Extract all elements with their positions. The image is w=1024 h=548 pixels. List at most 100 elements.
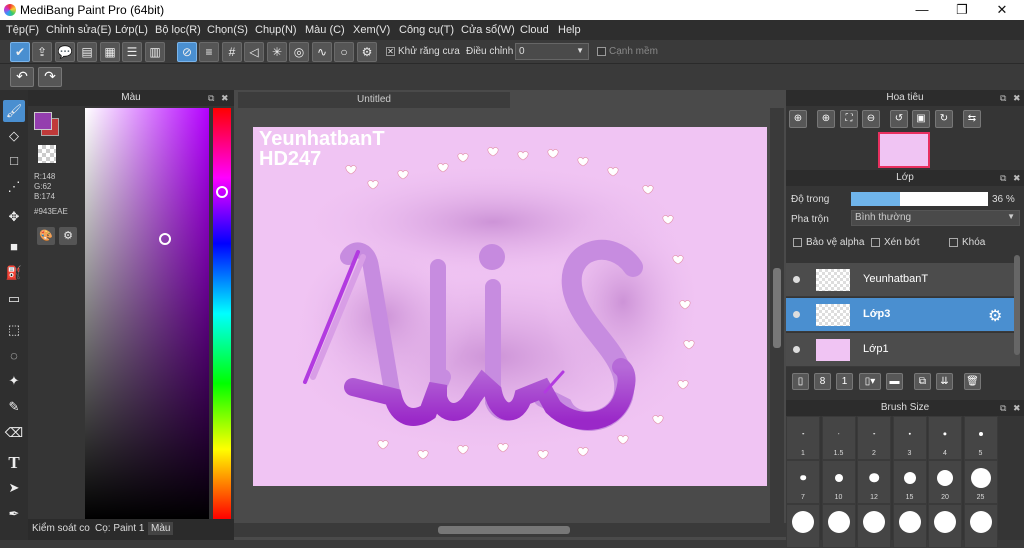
close-panel-icon[interactable]: ✖ — [221, 90, 229, 106]
visibility-icon[interactable] — [793, 276, 800, 283]
rectangle-tool-icon[interactable]: □ — [3, 150, 25, 172]
layer-row[interactable]: Lớp1 — [786, 333, 1020, 367]
zoom-out-icon[interactable]: ⊖ — [862, 110, 880, 128]
check-icon[interactable]: ✔ — [10, 42, 30, 62]
gradient-tool-icon[interactable]: ▭ — [3, 288, 25, 310]
brush-size-cell[interactable]: 12 — [857, 460, 891, 504]
parallel-snap-icon[interactable]: ≡ — [199, 42, 219, 62]
move-tool-icon[interactable]: ✥ — [3, 206, 25, 228]
snap-off-icon[interactable]: ⊘ — [177, 42, 197, 62]
rotate-right-icon[interactable]: ↻ — [935, 110, 953, 128]
float-icon[interactable]: ⧉ — [1000, 90, 1006, 106]
saturation-value-picker[interactable] — [85, 108, 209, 519]
brush-size-cell[interactable]: 10 — [821, 460, 856, 504]
tab-brush[interactable]: Cọ: Paint 1 — [95, 523, 144, 534]
close-panel-icon[interactable]: ✖ — [1013, 90, 1021, 106]
vertical-scrollbar[interactable] — [770, 108, 784, 528]
page-icon[interactable]: ▦ — [100, 42, 120, 62]
lasso-tool-icon[interactable]: ◌ — [3, 345, 25, 367]
float-icon[interactable]: ⧉ — [1000, 400, 1006, 416]
menu-cloud[interactable]: Cloud — [520, 24, 549, 36]
brush-size-cell[interactable]: 15 — [892, 460, 927, 504]
brush-size-cell[interactable] — [928, 504, 962, 548]
list-icon[interactable]: ☰ — [122, 42, 142, 62]
brush-size-cell[interactable]: 4 — [928, 416, 962, 460]
select-rect-tool-icon[interactable]: ⬚ — [3, 319, 25, 341]
close-panel-icon[interactable]: ✖ — [1013, 400, 1021, 416]
perspective-snap-icon[interactable]: ◁ — [244, 42, 264, 62]
clipping-checkbox[interactable] — [871, 238, 880, 247]
rotate-reset-icon[interactable]: ▣ — [912, 110, 930, 128]
palette-icon[interactable]: 🎨 — [37, 227, 55, 245]
layer-scrollbar[interactable] — [1014, 255, 1020, 355]
minimize-button[interactable]: — — [902, 0, 942, 20]
transparent-color-swatch[interactable] — [38, 145, 56, 163]
duplicate-layer-icon[interactable]: ⧉ — [914, 373, 931, 390]
sv-cursor[interactable] — [159, 233, 171, 245]
soft-edge-checkbox[interactable] — [597, 47, 606, 56]
brush-size-cell[interactable] — [857, 504, 891, 548]
gear-icon[interactable]: ⚙ — [357, 42, 377, 62]
bucket-tool-icon[interactable]: ⛽ — [3, 262, 25, 284]
brush-size-cell[interactable]: 25 — [963, 460, 998, 504]
blend-mode-select[interactable]: Bình thường ▼ — [851, 210, 1020, 226]
layout-icon[interactable]: ▥ — [145, 42, 165, 62]
redo-button[interactable]: ↷ — [38, 67, 62, 87]
horizontal-scroll-thumb[interactable] — [438, 526, 570, 534]
comment-icon[interactable]: ▤ — [77, 42, 97, 62]
menu-file[interactable]: Tệp(F) — [6, 24, 39, 36]
menu-filter[interactable]: Bộ lọc(R) — [155, 24, 201, 36]
brush-size-cell[interactable] — [963, 504, 998, 548]
tab-zoom-control[interactable]: Kiểm soát co — [32, 523, 90, 534]
fill-rect-tool-icon[interactable]: ■ — [3, 236, 25, 258]
vertical-scroll-thumb[interactable] — [773, 268, 781, 348]
zoom-in-icon[interactable]: ⊕ — [789, 110, 807, 128]
visibility-icon[interactable] — [793, 346, 800, 353]
select-eraser-tool-icon[interactable]: ⌫ — [3, 422, 25, 444]
operation-tool-icon[interactable]: ➤ — [3, 477, 25, 499]
close-panel-icon[interactable]: ✖ — [1013, 170, 1021, 186]
menu-layer[interactable]: Lớp(L) — [115, 24, 148, 36]
brush-tool-icon[interactable]: 🖌 — [3, 100, 25, 122]
brush-size-cell[interactable]: 20 — [928, 460, 962, 504]
layer-row[interactable]: YeunhatbanT — [786, 263, 1020, 297]
restore-button[interactable]: ❐ — [942, 0, 982, 20]
zoom-in-alt-icon[interactable]: ⊕ — [817, 110, 835, 128]
select-pen-tool-icon[interactable]: ✎ — [3, 396, 25, 418]
merge-layer-icon[interactable]: ⇊ — [936, 373, 953, 390]
close-button[interactable]: ✕ — [982, 0, 1022, 20]
curve-snap-icon[interactable]: ∿ — [312, 42, 332, 62]
menu-select[interactable]: Chọn(S) — [207, 24, 248, 36]
dot-tool-icon[interactable]: ⋰ — [3, 176, 25, 198]
eraser-tool-icon[interactable]: ◇ — [3, 125, 25, 147]
rotate-left-icon[interactable]: ↺ — [890, 110, 908, 128]
circle-snap-icon[interactable]: ○ — [334, 42, 354, 62]
brush-size-cell[interactable]: 2 — [857, 416, 891, 460]
menu-help[interactable]: Help — [558, 24, 581, 36]
flip-icon[interactable]: ⇆ — [963, 110, 981, 128]
navigator-thumbnail[interactable] — [878, 132, 930, 168]
menu-tools[interactable]: Công cụ(T) — [399, 24, 454, 36]
foreground-color-swatch[interactable] — [34, 112, 52, 130]
menu-window[interactable]: Cửa sổ(W) — [461, 24, 515, 36]
float-icon[interactable]: ⧉ — [1000, 170, 1006, 186]
brush-size-cell[interactable]: 1.5 — [821, 416, 856, 460]
layer-row-selected[interactable]: Lớp3 ⚙ — [786, 298, 1020, 332]
brush-size-cell[interactable]: 7 — [786, 460, 820, 504]
hue-slider[interactable] — [213, 108, 231, 519]
adjust-select[interactable]: 0 ▼ — [515, 43, 589, 60]
float-icon[interactable]: ⧉ — [208, 90, 214, 106]
menu-view[interactable]: Xem(V) — [353, 24, 390, 36]
brush-size-cell[interactable] — [821, 504, 856, 548]
menu-edit[interactable]: Chỉnh sửa(E) — [46, 24, 111, 36]
concentric-snap-icon[interactable]: ◎ — [289, 42, 309, 62]
menu-color[interactable]: Màu (C) — [305, 24, 345, 36]
horizontal-scrollbar[interactable] — [234, 523, 786, 537]
brush-size-cell[interactable]: 5 — [963, 416, 998, 460]
delete-layer-icon[interactable]: 🗑 — [964, 373, 981, 390]
document-tab[interactable]: Untitled — [238, 92, 510, 108]
add-layer-menu-icon[interactable]: ▯▾ — [859, 373, 881, 390]
undo-button[interactable]: ↶ — [10, 67, 34, 87]
eyedropper-tool-icon[interactable]: ✒ — [3, 503, 25, 525]
palette-edit-icon[interactable]: ⚙ — [59, 227, 77, 245]
